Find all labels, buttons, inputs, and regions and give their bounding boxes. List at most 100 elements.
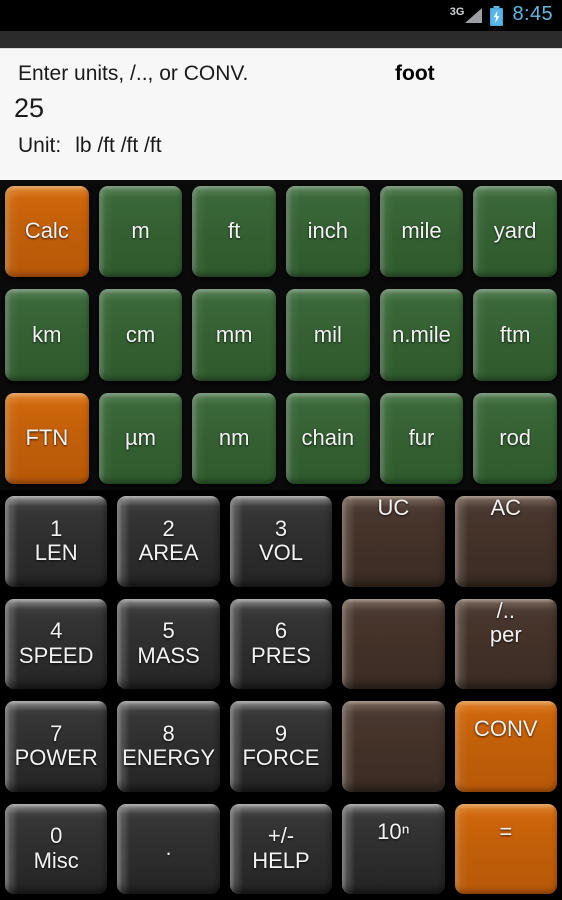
keypad-key-0-misc[interactable]: 0 Misc: [5, 803, 108, 894]
keypad-key-ac[interactable]: AC: [454, 496, 557, 587]
keypad-key-uc[interactable]: UC: [342, 496, 445, 587]
keypad-key-6-pres[interactable]: 6 PRES: [229, 598, 333, 689]
unit-key-label: yard: [493, 218, 537, 244]
keypad-key-8-energy[interactable]: 8 ENERGY: [117, 701, 220, 792]
unit-key-label: ft: [228, 218, 241, 244]
unit-key-label: Calc: [24, 218, 69, 244]
clock-label: 8:45: [512, 3, 553, 25]
unit-key-grid: Calc m ft inch mile yard km cm mm mil n.mile ftm FTN…: [0, 180, 562, 490]
keypad-key-2-area[interactable]: 2 AREA: [117, 496, 220, 587]
keypad-key-primary-label: 9: [274, 720, 288, 746]
unit-key-chain[interactable]: chain: [286, 392, 370, 484]
keypad-key-secondary-label: Misc: [33, 847, 79, 873]
unit-key-ft[interactable]: ft: [192, 186, 276, 278]
keypad-key-blank[interactable]: [342, 701, 445, 792]
unit-key-label: fur: [408, 425, 435, 450]
unit-key-label: m: [131, 218, 150, 244]
keypad-key-primary-label: +/-: [267, 823, 295, 849]
title-bar-strip: [0, 31, 562, 48]
keypad-key-primary-label: CONV: [474, 716, 538, 741]
unit-key-mil[interactable]: mil: [286, 289, 370, 381]
battery-charging-icon: [490, 5, 504, 26]
prompt-label: Enter units, /.., or CONV.: [18, 62, 249, 85]
unit-key-label: ftm: [499, 321, 531, 347]
unit-key-m[interactable]: µm: [98, 392, 183, 484]
keypad-key-equals[interactable]: =: [454, 804, 557, 894]
unit-key-label: rod: [499, 425, 532, 450]
unit-key-label: mm: [215, 321, 253, 347]
keypad-key-primary-label: 2: [162, 515, 175, 541]
unit-key-inch[interactable]: inch: [286, 186, 370, 278]
unit-caption: Unit:: [18, 134, 62, 157]
target-unit-label: foot: [395, 62, 435, 85]
unit-key-label: chain: [301, 425, 355, 450]
signal-bars-icon: [465, 8, 483, 23]
network-type-label: 3G: [449, 5, 465, 18]
unit-key-cm[interactable]: cm: [98, 289, 183, 381]
keypad-key-primary-label: 3: [274, 515, 288, 541]
unit-key-n-mile[interactable]: n.mile: [379, 289, 464, 381]
keypad-key-secondary-label: POWER: [14, 745, 98, 771]
keypad-key-primary-label: AC: [490, 496, 522, 520]
keypad-key-primary-label: 4: [50, 618, 63, 644]
unit-row: Unit: lb /ft /ft /ft: [18, 134, 162, 158]
keypad-key-primary-label: 7: [50, 720, 63, 746]
keypad-key-blank[interactable]: [342, 598, 445, 689]
keypad-key-secondary-label: per: [489, 622, 522, 648]
keypad-key-per[interactable]: /.. per: [454, 598, 557, 689]
unit-key-nm[interactable]: nm: [192, 392, 276, 484]
unit-key-label: n.mile: [392, 321, 451, 347]
keypad-key-7-power[interactable]: 7 POWER: [5, 701, 108, 792]
unit-key-ftm[interactable]: ftm: [473, 289, 557, 381]
unit-expression: lb /ft /ft /ft: [75, 134, 162, 157]
keypad-key-3-vol[interactable]: 3 VOL: [229, 496, 333, 587]
unit-key-yard[interactable]: yard: [473, 186, 557, 278]
keypad-key-primary-label: 10ⁿ: [377, 818, 410, 844]
keypad-key-conv[interactable]: CONV: [454, 701, 557, 792]
keypad-key-secondary-label: VOL: [258, 540, 303, 566]
unit-key-label: nm: [218, 425, 250, 450]
keypad-key-secondary-label: LEN: [34, 540, 78, 566]
keypad-key-primary-label: 8: [162, 720, 175, 746]
keypad-key-primary-label: .: [165, 835, 172, 861]
unit-key-label: µm: [124, 425, 156, 450]
unit-key-label: km: [32, 321, 62, 347]
unit-key-m[interactable]: m: [98, 186, 183, 278]
status-bar: 3G 8:45: [0, 0, 562, 31]
keypad-key-5-mass[interactable]: 5 MASS: [117, 598, 220, 689]
unit-key-label: FTN: [25, 425, 69, 450]
unit-key-calc[interactable]: Calc: [5, 186, 89, 278]
keypad-key-primary-label: 5: [162, 618, 175, 644]
keypad-panel: 1 LEN 2 AREA 3 VOL UC AC 4 SPEED 5 MASS 6 PRES/.. per 7…: [0, 490, 562, 900]
keypad-key-secondary-label: AREA: [138, 540, 199, 566]
keypad-key-primary-label: 1: [50, 515, 63, 541]
keypad-key-9-force[interactable]: 9 FORCE: [229, 701, 333, 792]
keypad-key-secondary-label: ENERGY: [122, 745, 216, 771]
keypad-key-1-len[interactable]: 1 LEN: [5, 496, 108, 587]
keypad-key-plus-minus-help[interactable]: +/- HELP: [229, 803, 333, 894]
unit-key-ftn[interactable]: FTN: [5, 392, 89, 484]
keypad-key-secondary-label: HELP: [252, 847, 310, 873]
keypad-key-10-[interactable]: 10ⁿ: [342, 804, 445, 894]
unit-key-rod[interactable]: rod: [473, 392, 557, 484]
unit-key-fur[interactable]: fur: [379, 392, 464, 484]
unit-key-mile[interactable]: mile: [379, 186, 464, 278]
keypad-key-primary-label: UC: [377, 496, 410, 520]
keypad-key-secondary-label: PRES: [251, 642, 311, 668]
keypad-key-secondary-label: FORCE: [242, 745, 320, 771]
display-area[interactable]: Enter units, /.., or CONV. foot 25 Unit:…: [0, 48, 562, 180]
unit-key-mm[interactable]: mm: [192, 289, 276, 381]
keypad-key-4-speed[interactable]: 4 SPEED: [5, 598, 108, 689]
unit-key-panel: Calc m ft inch mile yard km cm mm mil n.mile ftm FTN…: [0, 180, 562, 490]
unit-key-label: inch: [307, 218, 348, 244]
keypad-key-primary-label: /..: [496, 598, 515, 623]
keypad-key-secondary-label: SPEED: [18, 642, 94, 668]
keypad-grid: 1 LEN 2 AREA 3 VOL UC AC 4 SPEED 5 MASS 6 PRES/.. per 7…: [0, 490, 562, 900]
keypad-key-primary-label: 0: [50, 823, 63, 849]
keypad-key-primary-label: =: [499, 818, 513, 844]
keypad-key-secondary-label: MASS: [137, 642, 200, 668]
unit-key-label: mile: [401, 218, 442, 244]
unit-key-km[interactable]: km: [5, 289, 89, 381]
app-root: 3G 8:45 Enter units, /.., or CONV. foot …: [0, 0, 562, 900]
keypad-key-decimal[interactable]: .: [117, 803, 220, 894]
